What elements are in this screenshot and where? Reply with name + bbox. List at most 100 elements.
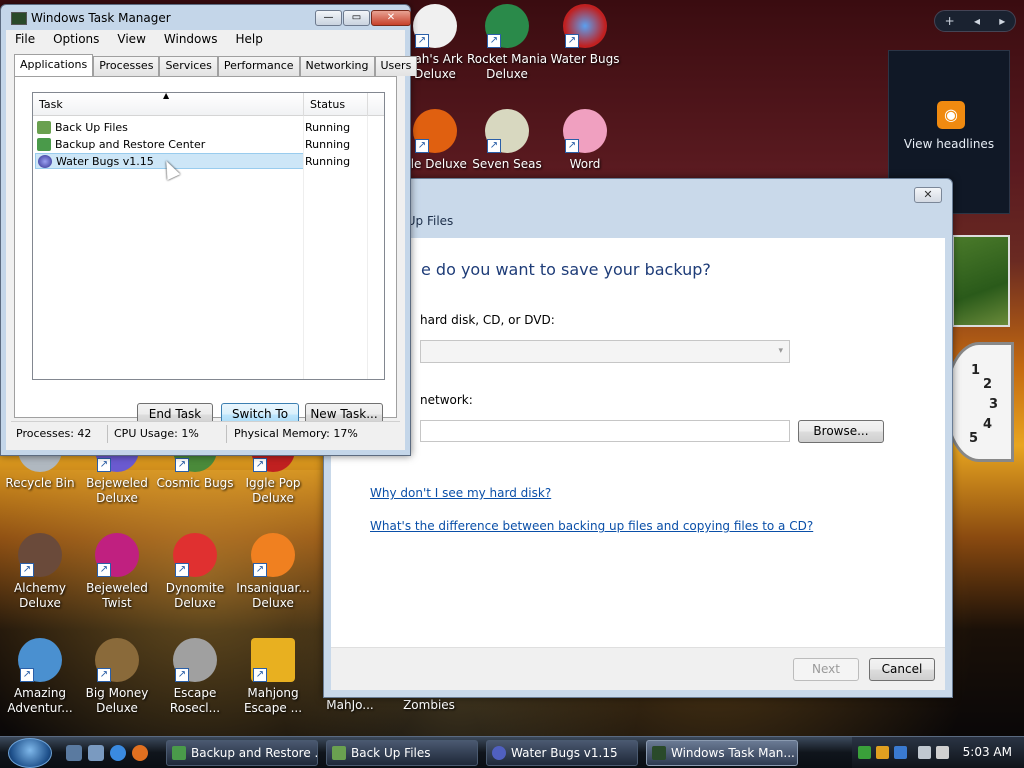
hard-disk-option-label[interactable]: hard disk, CD, or DVD: <box>420 313 555 327</box>
page-title: e do you want to save your backup? <box>421 260 711 279</box>
menu-help[interactable]: Help <box>226 30 271 49</box>
icon-label: Amazing Adventur... <box>7 686 73 715</box>
money-bag-icon: ↗ <box>95 638 139 682</box>
list-divider <box>303 116 304 379</box>
desktop-icon-amazing-adventures[interactable]: ↗ Amazing Adventur... <box>0 638 80 716</box>
show-desktop-icon[interactable] <box>66 745 82 761</box>
sidebar-controls[interactable]: + ◂ ▸ <box>934 10 1016 32</box>
backup-icon <box>37 121 51 134</box>
switch-windows-icon[interactable] <box>88 745 104 761</box>
add-gadget-icon[interactable]: + <box>945 14 955 28</box>
chevron-left-icon[interactable]: ◂ <box>974 14 980 28</box>
processes-count: Processes: 42 <box>16 427 92 440</box>
next-button[interactable]: Next <box>793 658 859 681</box>
view-headlines-label[interactable]: View headlines <box>889 137 1009 151</box>
taskbar-button-backup-restore[interactable]: Backup and Restore ... <box>166 740 318 766</box>
column-task[interactable]: Task <box>39 98 63 111</box>
task-list[interactable]: Task ▲ Status Back Up Files Running Back… <box>32 91 385 380</box>
network-path-input[interactable] <box>420 420 790 442</box>
fish-icon: ↗ <box>251 533 295 577</box>
game-icon: ↗ <box>413 109 457 153</box>
icon-label: Escape Rosecl... <box>169 686 221 715</box>
tab-panel: Applications Processes Services Performa… <box>6 49 418 450</box>
system-tray: 5:03 AM <box>852 737 1024 768</box>
taskbar-button-water-bugs[interactable]: Water Bugs v1.15 <box>486 740 638 766</box>
menu-windows[interactable]: Windows <box>155 30 227 49</box>
mahjong-tile-icon: ↗ <box>251 638 295 682</box>
maximize-button[interactable]: ▭ <box>343 10 370 26</box>
help-link-difference[interactable]: What's the difference between backing up… <box>370 519 813 533</box>
minimize-button[interactable]: — <box>315 10 342 26</box>
desktop-icon-mahjong-escape[interactable]: ↗ Mahjong Escape ... <box>233 638 313 716</box>
clock-time[interactable]: 5:03 AM <box>963 745 1012 759</box>
task-row[interactable]: Back Up Files <box>35 120 302 136</box>
tab-applications[interactable]: Applications <box>14 54 94 76</box>
close-button[interactable]: ✕ <box>914 187 942 203</box>
task-manager-icon <box>652 746 666 760</box>
desktop-icon-seven-seas[interactable]: ↗ Seven Seas <box>467 109 547 172</box>
tab-services[interactable]: Services <box>159 56 218 76</box>
tab-processes[interactable]: Processes <box>93 56 160 76</box>
taskbar-button-backup-files[interactable]: Back Up Files <box>326 740 478 766</box>
desktop-icon-bejeweled-twist[interactable]: ↗ Bejeweled Twist <box>77 533 157 611</box>
menu-view[interactable]: View <box>108 30 154 49</box>
backup-restore-icon <box>37 138 51 151</box>
start-button[interactable] <box>8 738 52 768</box>
wizard-icon: ↗ <box>18 533 62 577</box>
skull-icon: ↗ <box>485 109 529 153</box>
desktop-icon-mahjongg[interactable]: MahJo... <box>310 698 390 713</box>
tab-strip: Applications Processes Services Performa… <box>14 54 418 76</box>
desktop-icon-alchemy[interactable]: ↗ Alchemy Deluxe <box>0 533 80 611</box>
icon-label: Recycle Bin <box>5 476 75 490</box>
desktop-icon-word[interactable]: ↗ Word <box>545 109 625 172</box>
icon-label: Word <box>569 157 601 171</box>
drive-select[interactable]: ▾ <box>420 340 790 363</box>
task-row[interactable]: Backup and Restore Center <box>35 137 302 153</box>
desktop-icon-zombies[interactable]: Zombies <box>389 698 469 713</box>
help-link-hard-disk[interactable]: Why don't I see my hard disk? <box>370 486 551 500</box>
status-bar: Processes: 42 CPU Usage: 1% Physical Mem… <box>11 421 400 445</box>
cpu-meter-icon[interactable] <box>858 746 871 759</box>
icon-label: Iggle Pop Deluxe <box>245 476 301 505</box>
taskbar-button-task-manager[interactable]: Windows Task Man... <box>646 740 798 766</box>
network-option-label[interactable]: network: <box>420 393 473 407</box>
column-status[interactable]: Status <box>310 98 345 111</box>
desktop-icon-insaniquarium[interactable]: ↗ Insaniquar... Deluxe <box>233 533 313 611</box>
menu-options[interactable]: Options <box>44 30 108 49</box>
gem-icon: ↗ <box>95 533 139 577</box>
game-icon: ↗ <box>485 4 529 48</box>
desktop-icon-escape-rosecliff[interactable]: ↗ Escape Rosecl... <box>155 638 235 716</box>
firefox-icon[interactable] <box>132 745 148 761</box>
water-bugs-icon <box>38 155 52 168</box>
moon-icon: ↗ <box>173 638 217 682</box>
network-icon[interactable] <box>918 746 931 759</box>
game-icon: ↗ <box>563 4 607 48</box>
tab-networking[interactable]: Networking <box>299 56 375 76</box>
icon-label: Insaniquar... Deluxe <box>236 581 310 610</box>
icon-label: Zombies <box>403 698 455 712</box>
footer: Next Cancel <box>331 647 945 690</box>
slideshow-gadget[interactable] <box>952 235 1010 327</box>
tab-users[interactable]: Users <box>374 56 418 76</box>
icon-label: Seven Seas <box>472 157 542 171</box>
diamond-icon: ↗ <box>18 638 62 682</box>
desktop-icon-water-bugs[interactable]: ↗ Water Bugs <box>545 4 625 67</box>
windows-update-icon[interactable] <box>894 746 907 759</box>
desktop-icon-rocket-mania[interactable]: ↗ Rocket Mania Deluxe <box>467 4 547 82</box>
menu-file[interactable]: File <box>6 30 44 49</box>
list-divider <box>367 116 368 379</box>
task-status: Running <box>305 155 351 168</box>
cpu-usage: CPU Usage: 1% <box>114 427 199 440</box>
close-button[interactable]: ✕ <box>371 10 411 26</box>
browse-button[interactable]: Browse... <box>798 420 884 443</box>
volume-icon[interactable] <box>936 746 949 759</box>
cancel-button[interactable]: Cancel <box>869 658 935 681</box>
task-name: Water Bugs v1.15 <box>56 155 154 168</box>
tab-performance[interactable]: Performance <box>217 56 300 76</box>
desktop-icon-dynomite[interactable]: ↗ Dynomite Deluxe <box>155 533 235 611</box>
desktop-icon-big-money[interactable]: ↗ Big Money Deluxe <box>77 638 157 716</box>
security-shield-icon[interactable] <box>876 746 889 759</box>
chevron-right-icon[interactable]: ▸ <box>999 14 1005 28</box>
icon-label: Water Bugs <box>550 52 620 66</box>
internet-explorer-icon[interactable] <box>110 745 126 761</box>
